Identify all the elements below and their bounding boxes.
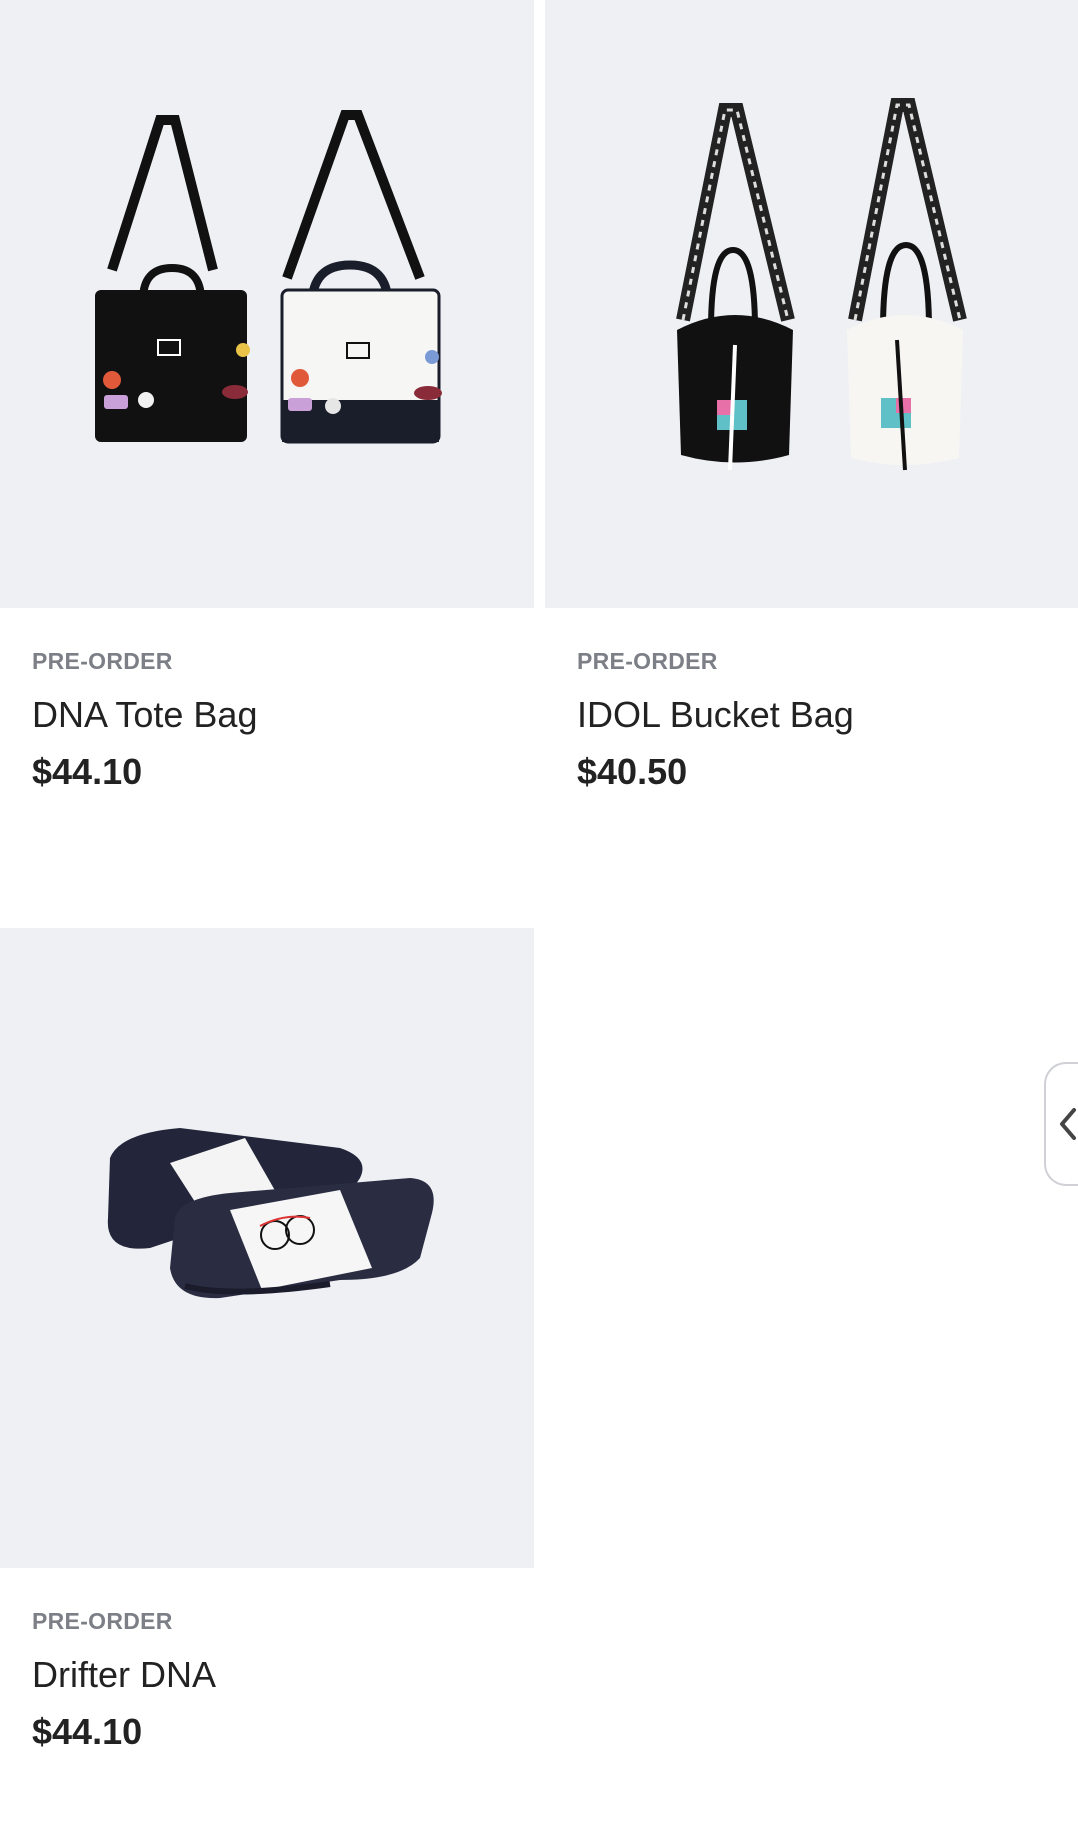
product-name[interactable]: DNA Tote Bag bbox=[32, 694, 257, 736]
product-card-idol-bucket-bag[interactable]: PRE-ORDER IDOL Bucket Bag $40.50 bbox=[545, 0, 1078, 830]
product-card-drifter-dna[interactable]: PRE-ORDER Drifter DNA $44.10 bbox=[0, 928, 534, 1808]
product-card-dna-tote-bag[interactable]: PRE-ORDER DNA Tote Bag $44.10 bbox=[0, 0, 534, 830]
pre-order-badge: PRE-ORDER bbox=[32, 1608, 173, 1634]
product-price: $40.50 bbox=[577, 751, 688, 792]
dna-tote-bag-image[interactable] bbox=[0, 0, 534, 608]
chevron-left-icon bbox=[1060, 1108, 1076, 1140]
drifter-dna-slides-image[interactable] bbox=[0, 928, 534, 1568]
pre-order-badge: PRE-ORDER bbox=[577, 648, 718, 674]
product-price: $44.10 bbox=[32, 751, 143, 792]
product-name[interactable]: IDOL Bucket Bag bbox=[577, 694, 854, 736]
product-price: $44.10 bbox=[32, 1711, 143, 1752]
side-drawer-tab[interactable] bbox=[1044, 1062, 1078, 1186]
pre-order-badge: PRE-ORDER bbox=[32, 648, 173, 674]
idol-bucket-bag-image[interactable] bbox=[545, 0, 1078, 608]
product-name[interactable]: Drifter DNA bbox=[32, 1654, 216, 1696]
